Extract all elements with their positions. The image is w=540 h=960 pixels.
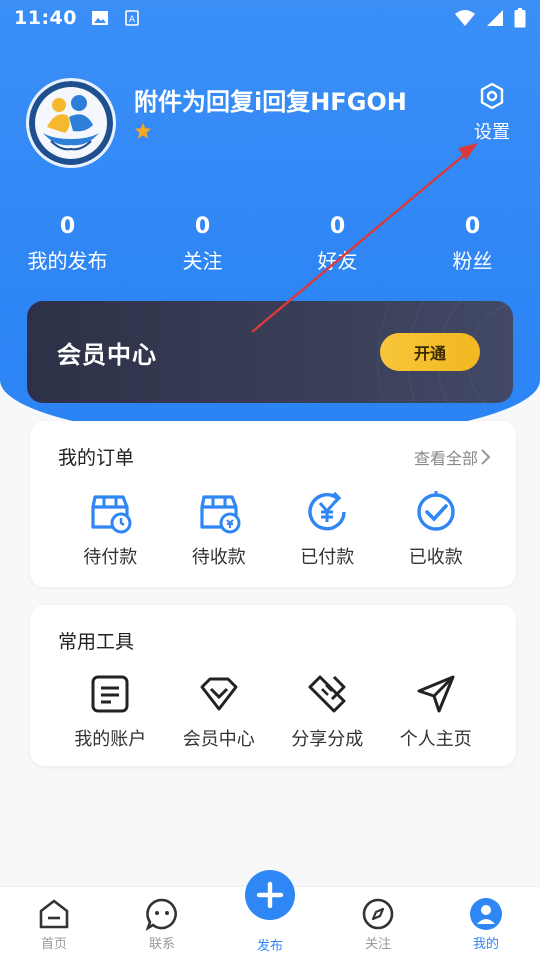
- stats-row: 0 我的发布 0 关注 0 好友 0 粉丝: [0, 214, 540, 274]
- profile-section: 附件为回复i回复HFGOH 设置: [26, 78, 516, 170]
- orders-title: 我的订单: [58, 447, 135, 469]
- text-notification-icon: A: [125, 10, 139, 26]
- tools-card: 常用工具 我的账户 会员中心 分享分成 个人主页: [30, 605, 516, 766]
- tool-personal-homepage[interactable]: 个人主页: [382, 671, 491, 751]
- plus-icon: [256, 881, 284, 909]
- publish-button[interactable]: [245, 870, 295, 920]
- box-clock-icon: [91, 495, 132, 534]
- home-icon: [39, 899, 69, 929]
- tool-item-label: 分享分成: [291, 729, 364, 750]
- tab-label: 联系: [148, 937, 175, 952]
- stat-value: 0: [464, 214, 481, 239]
- tab-mine[interactable]: 我的: [432, 887, 540, 960]
- settings-button[interactable]: 设置: [470, 82, 514, 144]
- orders-items: 待付款 待收款 已付款 已收款: [30, 489, 516, 569]
- tab-label: 发布: [256, 939, 283, 954]
- tool-item-label: 会员中心: [182, 729, 255, 750]
- stat-friends[interactable]: 0 好友: [270, 214, 405, 274]
- tab-follow[interactable]: 关注: [324, 887, 432, 960]
- order-item-label: 已付款: [300, 547, 355, 568]
- image-notification-icon: [91, 11, 108, 25]
- status-time: 11:40: [14, 7, 77, 29]
- check-circle-icon: [417, 491, 455, 531]
- order-pending-receipt[interactable]: 待收款: [165, 489, 274, 569]
- chevron-right-icon: [481, 449, 491, 465]
- tools-title: 常用工具: [58, 631, 135, 653]
- document-icon: [91, 675, 129, 713]
- tool-my-account[interactable]: 我的账户: [56, 671, 165, 751]
- level-star-icon: [134, 122, 152, 139]
- stat-posts[interactable]: 0 我的发布: [0, 214, 135, 274]
- order-item-label: 待付款: [83, 547, 138, 568]
- status-right-icons: [454, 8, 526, 28]
- avatar-logo-icon: [29, 81, 113, 165]
- tool-share-commission[interactable]: 分享分成: [273, 671, 382, 751]
- order-pending-payment[interactable]: 待付款: [56, 489, 165, 569]
- order-paid[interactable]: 已付款: [273, 489, 382, 569]
- tool-item-label: 个人主页: [399, 729, 472, 750]
- tab-label: 我的: [472, 937, 499, 952]
- user-icon: [470, 898, 502, 930]
- stat-following[interactable]: 0 关注: [135, 214, 270, 274]
- vip-open-button[interactable]: 开通: [380, 333, 480, 371]
- stat-label: 好友: [317, 249, 358, 273]
- chat-icon: [145, 898, 177, 931]
- orders-card: 我的订单 查看全部 待付款 待收款 已付款 已收款: [30, 421, 516, 587]
- tab-label: 关注: [364, 937, 391, 952]
- order-item-label: 待收款: [191, 547, 246, 568]
- view-all-orders-link[interactable]: 查看全部: [414, 445, 492, 469]
- tool-item-label: 我的账户: [74, 729, 147, 750]
- order-received[interactable]: 已收款: [382, 489, 491, 569]
- stat-fans[interactable]: 0 粉丝: [405, 214, 540, 274]
- avatar[interactable]: [26, 78, 116, 168]
- view-all-label: 查看全部: [413, 449, 478, 468]
- stat-value: 0: [329, 214, 346, 239]
- vip-card[interactable]: 会员中心 开通: [27, 301, 513, 403]
- settings-label: 设置: [474, 122, 510, 143]
- stat-label: 关注: [182, 249, 223, 273]
- stat-value: 0: [59, 214, 76, 239]
- svg-text:A: A: [129, 15, 136, 25]
- diamond-icon: [200, 677, 238, 711]
- stat-value: 0: [194, 214, 211, 239]
- yen-refresh-icon: [308, 491, 346, 531]
- tab-home[interactable]: 首页: [0, 887, 108, 960]
- order-item-label: 已收款: [408, 547, 463, 568]
- stat-label: 粉丝: [452, 249, 493, 273]
- tools-items: 我的账户 会员中心 分享分成 个人主页: [30, 671, 516, 751]
- bottom-tab-bar: 首页 联系 发布 关注 我的: [0, 870, 540, 960]
- send-icon: [417, 675, 455, 713]
- settings-hexagon-icon: [480, 82, 504, 110]
- handshake-icon: [308, 675, 346, 713]
- battery-icon: [514, 8, 526, 28]
- username: 附件为回复i回复HFGOH: [134, 88, 407, 116]
- tab-label: 首页: [40, 937, 67, 952]
- tab-publish[interactable]: 发布: [216, 870, 324, 960]
- wifi-icon: [455, 10, 475, 26]
- vip-title: 会员中心: [57, 341, 157, 369]
- signal-icon: [487, 10, 503, 26]
- tab-contact[interactable]: 联系: [108, 887, 216, 960]
- stat-label: 我的发布: [27, 249, 108, 273]
- box-coin-icon: [200, 495, 241, 534]
- status-bar: 11:40 A: [0, 0, 540, 36]
- compass-icon: [362, 898, 394, 930]
- tool-vip-center[interactable]: 会员中心: [165, 671, 274, 751]
